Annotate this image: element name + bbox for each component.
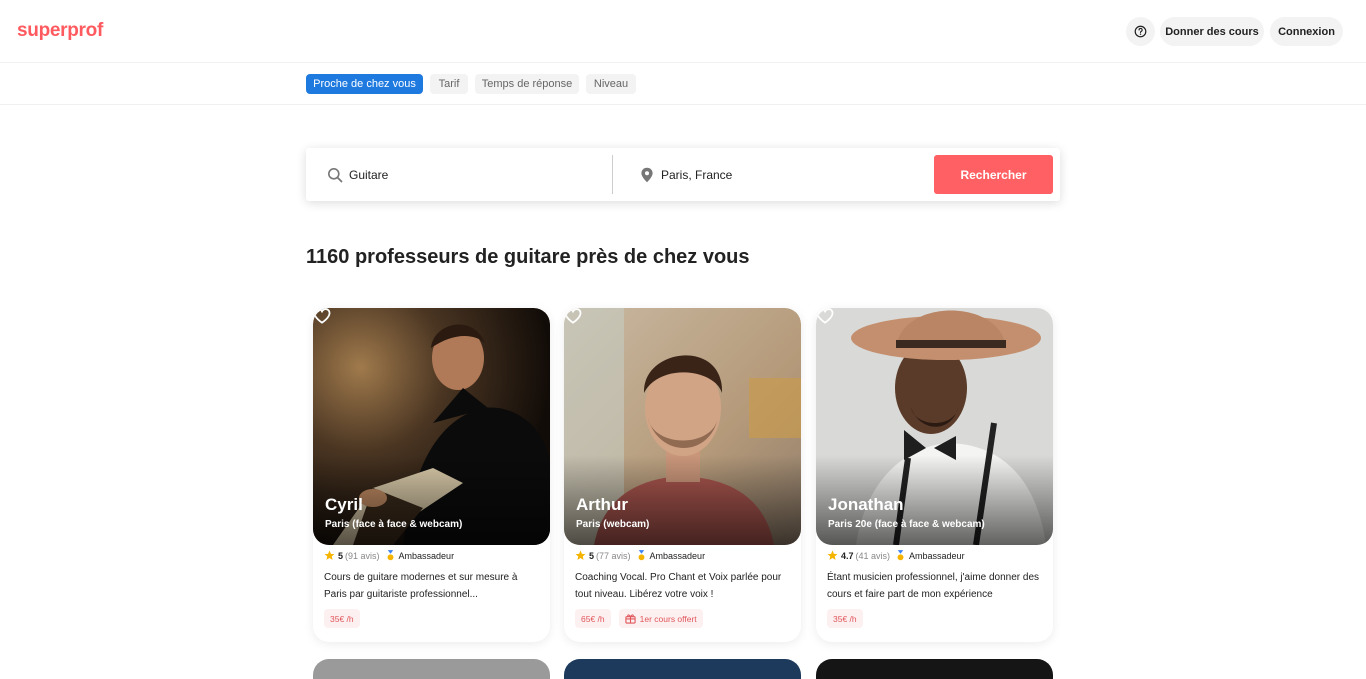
medal-icon (897, 550, 904, 561)
filter-price[interactable]: Tarif (430, 74, 468, 94)
tutor-description: Étant musicien professionnel, j'aime don… (827, 572, 1040, 600)
price-badge: 65€ /h (575, 609, 611, 628)
tutor-location: Paris 20e (face à face & webcam) (828, 519, 985, 530)
price-row: 35€ /h (827, 609, 871, 628)
heart-icon[interactable] (564, 308, 582, 324)
top-header: superprof Donner des cours Connexion (0, 0, 1366, 63)
tutor-card[interactable]: Cyril Paris (face à face & webcam) 5 (91… (313, 308, 550, 642)
search-divider (612, 155, 613, 194)
superprof-logo[interactable]: superprof (17, 20, 103, 42)
subject-input[interactable]: Guitare (326, 148, 606, 201)
tutor-reviews: (77 avis) (596, 550, 631, 561)
tutor-name: Jonathan (828, 495, 904, 514)
location-pin-icon (638, 166, 655, 183)
tutor-name: Arthur (576, 495, 628, 514)
location-value: Paris, France (661, 167, 733, 182)
tutor-reviews: (41 avis) (855, 550, 891, 561)
tutor-meta: 5 (77 avis) Ambassadeur (575, 550, 705, 561)
tutor-card[interactable]: Arthur Paris (webcam) 5 (77 avis) Ambass… (564, 308, 801, 642)
medal-icon (638, 550, 645, 561)
medal-icon (387, 550, 394, 561)
tutor-name: Cyril (325, 495, 363, 514)
tutor-description: Coaching Vocal. Pro Chant et Voix parlée… (575, 572, 782, 600)
filter-response-time[interactable]: Temps de réponse (475, 74, 579, 94)
tutor-badge: Ambassadeur (649, 550, 706, 561)
search-icon (326, 166, 343, 183)
heart-icon[interactable] (816, 308, 834, 324)
tutor-photo: Cyril Paris (face à face & webcam) (313, 308, 550, 545)
tutor-badge: Ambassadeur (909, 550, 965, 561)
tutor-location: Paris (webcam) (576, 519, 650, 530)
filter-nearby[interactable]: Proche de chez vous (306, 74, 423, 94)
price-badge: 35€ /h (827, 609, 863, 628)
offer-label: 1er cours offert (639, 613, 697, 624)
tutor-rating: 5 (338, 550, 344, 561)
price-badge: 35€ /h (324, 609, 360, 628)
tutor-meta: 4.7 (41 avis) Ambassadeur (827, 550, 965, 561)
filters-bar: Proche de chez vous Tarif Temps de répon… (0, 63, 1366, 105)
tutor-description: Cours de guitare modernes et sur mesure … (324, 572, 518, 600)
price-row: 65€ /h 1er cours offert (575, 609, 711, 628)
star-icon (827, 550, 838, 560)
results-title: 1160 professeurs de guitare près de chez… (306, 246, 750, 268)
price-row: 35€ /h (324, 609, 368, 628)
tutor-card[interactable]: Jonathan Paris 20e (face à face & webcam… (816, 308, 1053, 642)
tutor-rating: 5 (589, 550, 595, 561)
tutor-rating: 4.7 (841, 550, 854, 561)
tutor-card-peek[interactable] (313, 659, 550, 679)
gift-icon (625, 614, 636, 624)
question-circle-icon (1134, 25, 1147, 38)
search-button[interactable]: Rechercher (934, 155, 1053, 194)
tutor-reviews: (91 avis) (345, 550, 380, 561)
tutor-card-peek[interactable] (816, 659, 1053, 679)
star-icon (575, 550, 586, 560)
login-button[interactable]: Connexion (1270, 17, 1343, 46)
tutor-meta: 5 (91 avis) Ambassadeur (324, 550, 454, 561)
help-button[interactable] (1126, 17, 1155, 46)
tutor-badge: Ambassadeur (398, 550, 455, 561)
search-box: Guitare Paris, France Rechercher (306, 148, 1060, 201)
star-icon (324, 550, 335, 560)
offer-badge: 1er cours offert (618, 609, 703, 628)
tutor-card-peek[interactable] (564, 659, 801, 679)
tutor-location: Paris (face à face & webcam) (325, 519, 463, 530)
tutor-photo: Jonathan Paris 20e (face à face & webcam… (816, 308, 1053, 545)
give-lessons-button[interactable]: Donner des cours (1160, 17, 1264, 46)
filter-level[interactable]: Niveau (586, 74, 636, 94)
location-input[interactable]: Paris, France (638, 148, 918, 201)
tutor-photo: Arthur Paris (webcam) (564, 308, 801, 545)
subject-value: Guitare (349, 167, 389, 182)
heart-icon[interactable] (313, 308, 331, 324)
